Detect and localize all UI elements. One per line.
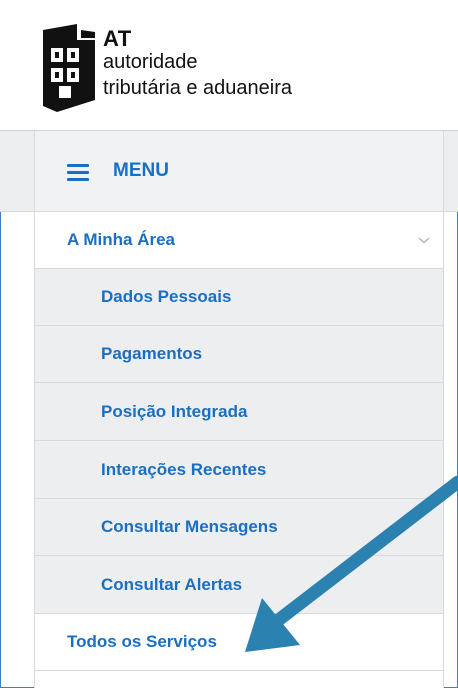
chevron-down-icon xyxy=(418,237,430,244)
sidebar-subitem-label: Consultar Mensagens xyxy=(101,517,278,536)
logo-wordmark[interactable]: AT autoridade tributária e aduaneira xyxy=(103,26,293,99)
sidebar-subitem-label: Posição Integrada xyxy=(101,401,248,421)
sidebar-subitem-label: Consultar Alertas xyxy=(101,574,243,594)
sidebar-subitem-label: Interações Recentes xyxy=(101,459,267,479)
sidebar-menu: MENU A Minha Área Dados Pessoais Pagamen… xyxy=(34,131,444,688)
sidebar-item-a-minha-area[interactable]: A Minha Área xyxy=(35,212,443,269)
menu-toggle-button[interactable]: MENU xyxy=(35,131,443,212)
sidebar-subitem-label: Dados Pessoais xyxy=(101,287,232,306)
at-logo-emblem-icon[interactable] xyxy=(37,22,99,114)
sidebar-subitem-label: Pagamentos xyxy=(101,344,203,363)
hamburger-icon xyxy=(67,164,89,181)
sidebar-subitem-interacoes-recentes[interactable]: Interações Recentes xyxy=(35,441,443,499)
sidebar-subitem-pagamentos[interactable]: Pagamentos xyxy=(35,326,443,383)
sidebar-subitem-consultar-mensagens[interactable]: Consultar Mensagens xyxy=(35,499,443,556)
logo-line-1: autoridade xyxy=(103,51,198,73)
logo-abbr: AT xyxy=(103,26,132,51)
site-header: AT autoridade tributária e aduaneira xyxy=(0,0,458,131)
logo-line-2: tributária e aduaneira xyxy=(103,77,293,99)
sidebar-subitem-posicao-integrada[interactable]: Posição Integrada xyxy=(35,383,443,441)
sidebar-item-label: Todos os Serviços xyxy=(67,632,217,651)
sidebar-subitem-dados-pessoais[interactable]: Dados Pessoais xyxy=(35,269,443,326)
sidebar-subitem-consultar-alertas[interactable]: Consultar Alertas xyxy=(35,556,443,614)
menu-label: MENU xyxy=(113,160,169,181)
sidebar-item-label: A Minha Área xyxy=(67,230,176,249)
sidebar-item-todos-os-servicos[interactable]: Todos os Serviços xyxy=(35,614,443,671)
